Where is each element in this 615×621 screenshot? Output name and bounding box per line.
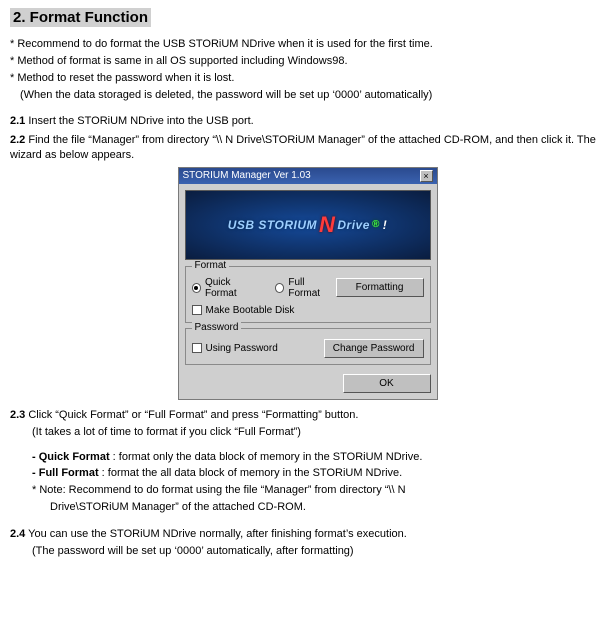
quick-format-text: : format only the data block of memory i… <box>110 451 423 463</box>
full-format-text: : format the all data block of memory in… <box>99 467 403 479</box>
step-text: Find the file “Manager” from directory “… <box>10 134 596 161</box>
radio-label: Quick Format <box>205 277 261 299</box>
section-title: 2. Format Function <box>10 8 151 27</box>
full-format-desc: - Full Format : format the all data bloc… <box>32 466 605 481</box>
quick-format-desc: - Quick Format : format only the data bl… <box>32 450 605 465</box>
step-number: 2.3 <box>10 409 25 421</box>
change-password-button[interactable]: Change Password <box>324 339 424 358</box>
wizard-window: STORIUM Manager Ver 1.03 × USB STORIUM N… <box>178 167 438 400</box>
step-number: 2.1 <box>10 115 25 127</box>
radio-icon <box>192 283 201 293</box>
radio-label: Full Format <box>288 277 335 299</box>
banner-n-icon: N <box>319 212 335 238</box>
wizard-screenshot: STORIUM Manager Ver 1.03 × USB STORIUM N… <box>10 167 605 400</box>
step-number: 2.4 <box>10 528 25 540</box>
banner-text-b: Drive <box>337 218 370 232</box>
close-icon[interactable]: × <box>420 170 433 182</box>
bootable-checkbox[interactable]: Make Bootable Disk <box>192 305 424 316</box>
step-2-4: 2.4 You can use the STORiUM NDrive norma… <box>10 527 605 542</box>
intro-line: * Method to reset the password when it i… <box>10 71 605 86</box>
note-line-1: * Note: Recommend to do format using the… <box>32 483 605 498</box>
checkbox-label: Using Password <box>206 343 278 354</box>
banner-text-a: USB STORIUM <box>228 218 317 232</box>
step-text: You can use the STORiUM NDrive normally,… <box>28 528 407 540</box>
step-text: Insert the STORiUM NDrive into the USB p… <box>28 115 253 127</box>
quick-format-label: - Quick Format <box>32 451 110 463</box>
formatting-button[interactable]: Formatting <box>336 278 424 297</box>
step-text: Click “Quick Format” or “Full Format” an… <box>28 409 358 421</box>
checkbox-label: Make Bootable Disk <box>206 305 295 316</box>
window-titlebar: STORIUM Manager Ver 1.03 × <box>179 168 437 184</box>
password-legend: Password <box>192 322 242 333</box>
intro-line: * Method of format is same in all OS sup… <box>10 54 605 69</box>
format-legend: Format <box>192 260 230 271</box>
step-2-4-note: (The password will be set up ‘0000’ auto… <box>10 544 605 559</box>
password-groupbox: Password Using Password Change Password <box>185 328 431 365</box>
intro-line: (When the data storaged is deleted, the … <box>10 88 605 103</box>
step-2-1: 2.1 Insert the STORiUM NDrive into the U… <box>10 114 605 129</box>
step-2-2: 2.2 Find the file “Manager” from directo… <box>10 133 605 163</box>
checkbox-icon <box>192 305 202 315</box>
checkbox-icon <box>192 343 202 353</box>
ok-button[interactable]: OK <box>343 374 431 393</box>
quick-format-radio[interactable]: Quick Format <box>192 277 261 299</box>
full-format-label: - Full Format <box>32 467 99 479</box>
wizard-banner: USB STORIUM N Drive ® ! <box>185 190 431 260</box>
full-format-radio[interactable]: Full Format <box>275 277 336 299</box>
registered-icon: ® <box>372 219 380 230</box>
intro-line: * Recommend to do format the USB STORiUM… <box>10 37 605 52</box>
radio-icon <box>275 283 284 293</box>
using-password-checkbox[interactable]: Using Password <box>192 343 278 354</box>
step-2-3-note: (It takes a lot of time to format if you… <box>10 425 605 440</box>
format-groupbox: Format Quick Format Full Format Formatti… <box>185 266 431 323</box>
banner-excl: ! <box>383 218 388 232</box>
step-2-3: 2.3 Click “Quick Format” or “Full Format… <box>10 408 605 423</box>
step-number: 2.2 <box>10 134 25 146</box>
window-title: STORIUM Manager Ver 1.03 <box>183 170 311 181</box>
note-line-2: Drive\STORiUM Manager” of the attached C… <box>50 500 605 515</box>
